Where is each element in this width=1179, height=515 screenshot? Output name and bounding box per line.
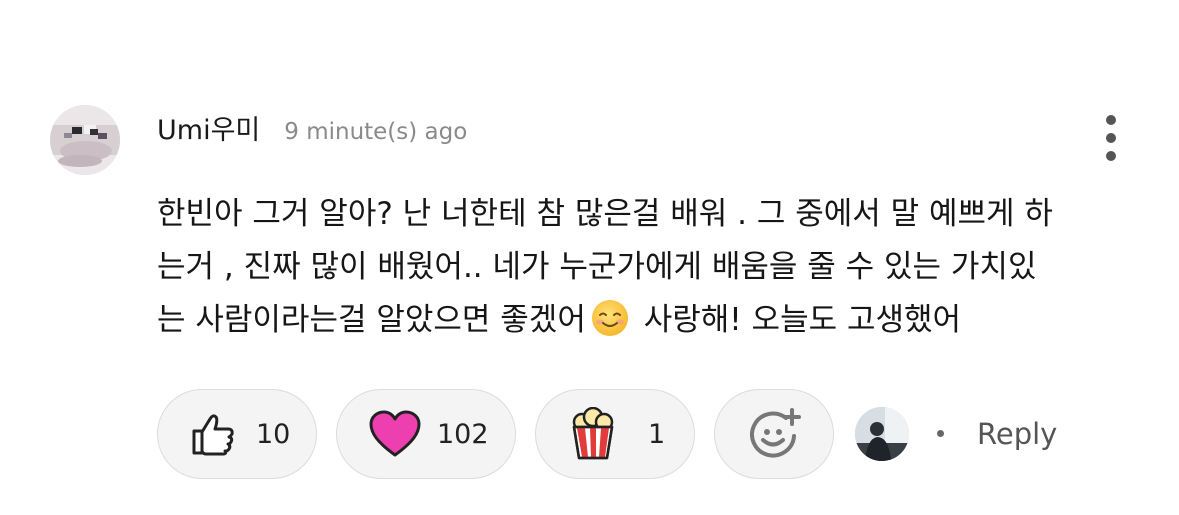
more-vertical-icon: [1106, 151, 1116, 161]
comment-text-line: 는거 , 진짜 많이 배웠어.. 네가 누군가에게 배움을 줄 수 있는 가치있: [157, 249, 1037, 285]
heart-reaction-button[interactable]: 102: [336, 389, 516, 479]
author-name[interactable]: Umi우미: [157, 108, 260, 147]
like-count: 10: [256, 418, 291, 450]
author-avatar[interactable]: [50, 105, 120, 175]
creator-avatar: [855, 407, 909, 461]
reply-button[interactable]: Reply: [977, 417, 1057, 451]
comment-text-line: 는 사람이라는걸 알았으면 좋겠어 사랑해! 오늘도 고생했어: [157, 294, 1125, 347]
comment-text-line: 한빈아 그거 알아? 난 너한테 참 많은걸 배워 . 그 중에서 말 예쁘게 …: [157, 196, 1053, 232]
separator-dot: [937, 430, 944, 437]
comment-timestamp: 9 minute(s) ago: [284, 119, 468, 145]
add-emoji-icon: [746, 406, 802, 462]
add-reaction-button[interactable]: [714, 389, 834, 479]
comment-header: Umi우미 9 minute(s) ago: [157, 108, 467, 152]
heart-count: 102: [437, 418, 489, 450]
comment-text-segment: 는 사람이라는걸 알았으면 좋겠어: [157, 302, 586, 338]
like-reaction-button[interactable]: 10: [157, 389, 317, 479]
popcorn-count: 1: [648, 418, 666, 450]
more-options-button[interactable]: [1092, 108, 1130, 168]
popcorn-icon: [568, 406, 618, 461]
comment-text: 한빈아 그거 알아? 난 너한테 참 많은걸 배워 . 그 중에서 말 예쁘게 …: [157, 188, 1125, 347]
comment-text-segment: 사랑해! 오늘도 고생했어: [643, 302, 962, 338]
more-vertical-icon: [1106, 133, 1116, 143]
smiling-face-emoji: [590, 298, 630, 338]
comment-card: Umi우미 9 minute(s) ago 한빈아 그거 알아? 난 너한테 참…: [0, 0, 1179, 515]
thumbs-up-icon: [188, 409, 238, 459]
popcorn-reaction-button[interactable]: 1: [535, 389, 695, 479]
more-vertical-icon: [1106, 115, 1116, 125]
heart-icon: [367, 409, 423, 459]
